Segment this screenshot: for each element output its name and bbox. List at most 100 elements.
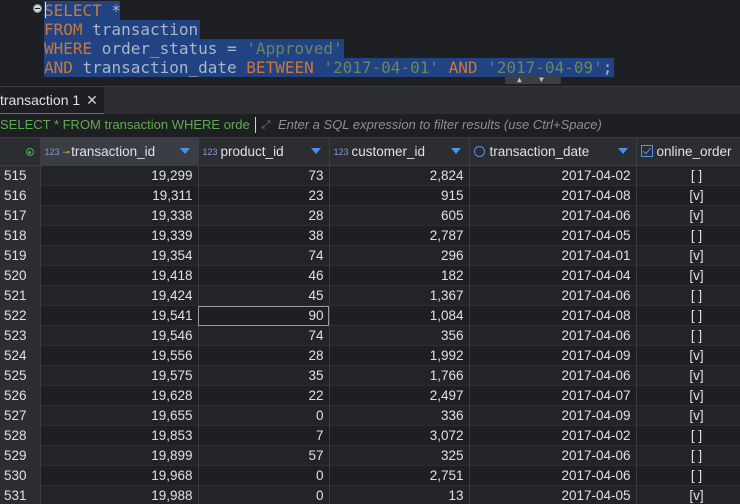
- cell-transaction-id[interactable]: 19,418: [40, 265, 199, 286]
- cell-transaction-date[interactable]: 2017-04-09: [469, 345, 637, 366]
- cell-online-order[interactable]: [v]: [636, 485, 740, 504]
- cell-customer-id[interactable]: 605: [329, 205, 470, 226]
- cell-product-id[interactable]: 28: [198, 345, 330, 366]
- cell-transaction-id[interactable]: 19,338: [40, 205, 199, 226]
- row-number[interactable]: 519: [0, 245, 41, 266]
- cell-transaction-id[interactable]: 19,899: [40, 445, 199, 466]
- code-line-4[interactable]: AND transaction_date BETWEEN '2017-04-01…: [44, 58, 614, 77]
- cell-online-order[interactable]: [ ]: [636, 465, 740, 486]
- fold-icon[interactable]: [33, 4, 42, 13]
- row-number[interactable]: 529: [0, 445, 41, 466]
- cell-product-id[interactable]: 0: [198, 465, 330, 486]
- code-line-2[interactable]: FROM transaction: [44, 20, 200, 39]
- cell-customer-id[interactable]: 325: [329, 445, 470, 466]
- cell-online-order[interactable]: [v]: [636, 265, 740, 286]
- row-number[interactable]: 526: [0, 385, 41, 406]
- cell-customer-id[interactable]: 915: [329, 185, 470, 206]
- row-number[interactable]: 516: [0, 185, 41, 206]
- cell-online-order[interactable]: [v]: [636, 365, 740, 386]
- cell-customer-id[interactable]: 1,084: [329, 305, 470, 326]
- cell-online-order[interactable]: [ ]: [636, 165, 740, 186]
- cell-transaction-id[interactable]: 19,655: [40, 405, 199, 426]
- cell-transaction-id[interactable]: 19,556: [40, 345, 199, 366]
- cell-transaction-date[interactable]: 2017-04-06: [469, 205, 637, 226]
- cell-product-id[interactable]: 23: [198, 185, 330, 206]
- column-header-transaction-id[interactable]: 123 ⊸transaction_id: [40, 138, 199, 166]
- cell-customer-id[interactable]: 1,367: [329, 285, 470, 306]
- table-row[interactable]: 530 19,968 0 2,751 2017-04-06[ ]: [0, 465, 740, 486]
- row-number[interactable]: 531: [0, 485, 41, 504]
- cell-online-order[interactable]: [v]: [636, 385, 740, 406]
- cell-product-id[interactable]: 22: [198, 385, 330, 406]
- cell-product-id[interactable]: 7: [198, 425, 330, 446]
- table-row[interactable]: 515 19,299 73 2,824 2017-04-02[ ]: [0, 165, 740, 186]
- cell-customer-id[interactable]: 296: [329, 245, 470, 266]
- cell-online-order[interactable]: [v]: [636, 185, 740, 206]
- table-row[interactable]: 527 19,655 0 336 2017-04-09 [v]: [0, 405, 740, 426]
- column-header-customer-id[interactable]: 123 customer_id: [329, 138, 470, 166]
- cell-customer-id[interactable]: 336: [329, 405, 470, 426]
- cell-customer-id[interactable]: 2,497: [329, 385, 470, 406]
- sort-icon[interactable]: [450, 148, 461, 154]
- close-icon[interactable]: ✕: [86, 92, 98, 109]
- table-row[interactable]: 531 19,988 0 13 2017-04-05 [v]: [0, 485, 740, 504]
- cell-transaction-date[interactable]: 2017-04-05: [469, 225, 637, 246]
- filter-input[interactable]: [278, 117, 728, 132]
- cell-customer-id[interactable]: 1,766: [329, 365, 470, 386]
- cell-online-order[interactable]: [ ]: [636, 325, 740, 346]
- cell-product-id[interactable]: 45: [198, 285, 330, 306]
- row-number[interactable]: 528: [0, 425, 41, 446]
- cell-product-id[interactable]: 74: [198, 245, 330, 266]
- cell-online-order[interactable]: [ ]: [636, 445, 740, 466]
- cell-transaction-date[interactable]: 2017-04-06: [469, 465, 637, 486]
- cell-transaction-id[interactable]: 19,311: [40, 185, 199, 206]
- cell-product-id[interactable]: 74: [198, 325, 330, 346]
- cell-online-order[interactable]: [v]: [636, 405, 740, 426]
- cell-transaction-id[interactable]: 19,299: [40, 165, 199, 186]
- select-all-cell[interactable]: [0, 138, 41, 166]
- cell-customer-id[interactable]: 2,787: [329, 225, 470, 246]
- sql-editor[interactable]: SELECT * FROM transaction WHERE order_st…: [0, 0, 740, 84]
- row-number[interactable]: 524: [0, 345, 41, 366]
- table-row[interactable]: 526 19,628 22 2,497 2017-04-07 [v]: [0, 385, 740, 406]
- row-number[interactable]: 520: [0, 265, 41, 286]
- cell-customer-id[interactable]: 182: [329, 265, 470, 286]
- cell-transaction-date[interactable]: 2017-04-08: [469, 185, 637, 206]
- row-number[interactable]: 517: [0, 205, 41, 226]
- cell-transaction-id[interactable]: 19,546: [40, 325, 199, 346]
- cell-online-order[interactable]: [ ]: [636, 305, 740, 326]
- cell-transaction-date[interactable]: 2017-04-05: [469, 485, 637, 504]
- code-line-3[interactable]: WHERE order_status = 'Approved': [44, 39, 344, 58]
- column-header-product-id[interactable]: 123 product_id: [198, 138, 330, 166]
- table-row[interactable]: 524 19,556 28 1,992 2017-04-09 [v]: [0, 345, 740, 366]
- table-row[interactable]: 517 19,338 28 605 2017-04-06 [v]: [0, 205, 740, 226]
- cell-product-id[interactable]: 28: [198, 205, 330, 226]
- cell-online-order[interactable]: [ ]: [636, 225, 740, 246]
- table-row[interactable]: 528 19,853 7 3,072 2017-04-02[ ]: [0, 425, 740, 446]
- cell-transaction-date[interactable]: 2017-04-01: [469, 245, 637, 266]
- cell-transaction-id[interactable]: 19,988: [40, 485, 199, 504]
- cell-customer-id[interactable]: 2,751: [329, 465, 470, 486]
- cell-product-id[interactable]: 0: [198, 405, 330, 426]
- cell-product-id[interactable]: 46: [198, 265, 330, 286]
- sort-icon[interactable]: [179, 148, 190, 154]
- cell-transaction-date[interactable]: 2017-04-04: [469, 265, 637, 286]
- code-line-1[interactable]: SELECT *: [44, 1, 121, 20]
- row-number[interactable]: 523: [0, 325, 41, 346]
- cell-online-order[interactable]: [ ]: [636, 285, 740, 306]
- tab-results[interactable]: transaction 1 ✕: [0, 87, 104, 115]
- table-row[interactable]: 518 19,339 38 2,787 2017-04-05[ ]: [0, 225, 740, 246]
- row-number[interactable]: 527: [0, 405, 41, 426]
- cell-transaction-id[interactable]: 19,424: [40, 285, 199, 306]
- cell-transaction-date[interactable]: 2017-04-06: [469, 365, 637, 386]
- cell-transaction-id[interactable]: 19,354: [40, 245, 199, 266]
- row-number[interactable]: 521: [0, 285, 41, 306]
- table-row[interactable]: 525 19,575 35 1,766 2017-04-06 [v]: [0, 365, 740, 386]
- cell-transaction-id[interactable]: 19,339: [40, 225, 199, 246]
- table-row[interactable]: 521 19,424 45 1,367 2017-04-06[ ]: [0, 285, 740, 306]
- cell-transaction-date[interactable]: 2017-04-02: [469, 165, 637, 186]
- cell-product-id[interactable]: 35: [198, 365, 330, 386]
- column-header-transaction-date[interactable]: transaction_date: [469, 138, 637, 166]
- table-row[interactable]: 520 19,418 46 182 2017-04-04 [v]: [0, 265, 740, 286]
- table-row[interactable]: 529 19,899 57 325 2017-04-06[ ]: [0, 445, 740, 466]
